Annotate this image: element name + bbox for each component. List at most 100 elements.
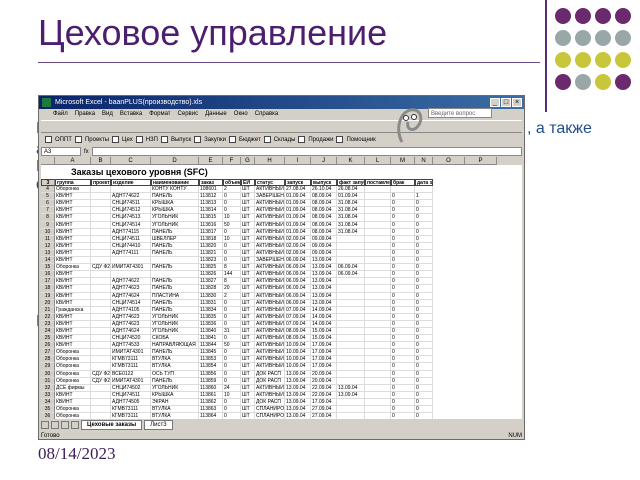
table-cell[interactable]: АКТИВНЫЙ: [255, 384, 285, 392]
table-cell[interactable]: [151, 257, 199, 265]
table-cell[interactable]: проект: [91, 179, 111, 187]
table-cell[interactable]: 0: [415, 391, 433, 399]
table-cell[interactable]: 113853: [199, 356, 223, 364]
table-cell[interactable]: АКТИВНЫЙ: [255, 242, 285, 250]
table-cell[interactable]: [365, 235, 391, 243]
table-cell[interactable]: СНЦИ74514: [111, 299, 151, 307]
table-cell[interactable]: [365, 384, 391, 392]
row-number[interactable]: 10: [41, 228, 55, 236]
table-cell[interactable]: 26.10.04: [311, 186, 337, 194]
table-cell[interactable]: КВИНТ: [55, 235, 91, 243]
table-cell[interactable]: ШТ: [241, 249, 255, 258]
table-cell[interactable]: 06.09.04: [285, 257, 311, 265]
row-number[interactable]: 27: [41, 349, 55, 357]
table-cell[interactable]: [337, 235, 365, 243]
table-cell[interactable]: 0: [415, 228, 433, 236]
table-cell[interactable]: ШТ: [241, 349, 255, 357]
table-cell[interactable]: [337, 285, 365, 293]
table-cell[interactable]: ШТ: [241, 363, 255, 371]
table-cell[interactable]: ШТ: [241, 235, 255, 243]
table-cell[interactable]: [365, 306, 391, 314]
table-cell[interactable]: 108601: [199, 186, 223, 194]
table-cell[interactable]: 0: [223, 377, 241, 385]
table-cell[interactable]: ОСЬ ТУП: [151, 370, 199, 378]
table-cell[interactable]: 0: [391, 391, 415, 399]
row-number[interactable]: 3: [41, 179, 55, 187]
table-cell[interactable]: КВИНТ: [55, 249, 91, 258]
table-cell[interactable]: [91, 285, 111, 293]
table-cell[interactable]: АКТИВНЫЙ: [255, 278, 285, 286]
table-cell[interactable]: ЭКРАН: [151, 398, 199, 406]
row-number[interactable]: 28: [41, 356, 55, 364]
column-header[interactable]: H: [255, 157, 285, 165]
table-cell[interactable]: 0: [223, 320, 241, 328]
table-cell[interactable]: ШТ: [241, 186, 255, 194]
table-cell[interactable]: 02.09.04: [285, 249, 311, 258]
sheet-tab[interactable]: Лист3: [144, 420, 173, 430]
table-cell[interactable]: 0: [223, 413, 241, 419]
row-number[interactable]: 16: [41, 271, 55, 279]
table-cell[interactable]: 01.09.04: [285, 214, 311, 222]
table-cell[interactable]: КГМВ73111: [111, 406, 151, 414]
table-cell[interactable]: АДНТ74105: [111, 306, 151, 314]
table-cell[interactable]: КГМВ73111: [111, 363, 151, 371]
table-cell[interactable]: 13.09.04: [285, 370, 311, 378]
table-cell[interactable]: ДСЕ фирмы: [55, 384, 91, 392]
table-cell[interactable]: КВИНТ: [55, 327, 91, 336]
row-number[interactable]: 32: [41, 384, 55, 392]
table-cell[interactable]: [365, 413, 391, 419]
table-cell[interactable]: СНЦИ74512: [111, 207, 151, 215]
column-header[interactable]: L: [365, 157, 391, 165]
table-cell[interactable]: 13.09.04: [311, 292, 337, 300]
table-cell[interactable]: [91, 292, 111, 300]
table-cell[interactable]: 113840: [199, 327, 223, 336]
table-cell[interactable]: 0: [223, 349, 241, 357]
table-cell[interactable]: ШТ: [241, 200, 255, 208]
toolbar-checkbox-icon[interactable]: [336, 136, 344, 143]
table-cell[interactable]: 0: [223, 193, 241, 201]
table-cell[interactable]: [337, 406, 365, 414]
table-cell[interactable]: [365, 292, 391, 300]
menu-item[interactable]: Вставка: [120, 109, 142, 119]
table-cell[interactable]: [91, 413, 111, 419]
table-cell[interactable]: 0: [391, 370, 415, 378]
table-cell[interactable]: 0: [391, 285, 415, 293]
table-cell[interactable]: 113861: [199, 391, 223, 399]
toolbar-checkbox-icon[interactable]: [45, 136, 52, 143]
row-number[interactable]: 11: [41, 235, 55, 243]
row-number[interactable]: 30: [41, 370, 55, 378]
table-cell[interactable]: КГМВ73111: [111, 413, 151, 419]
table-cell[interactable]: 0: [391, 306, 415, 314]
table-cell[interactable]: 0: [391, 335, 415, 343]
table-cell[interactable]: группа: [55, 179, 91, 187]
table-cell[interactable]: [91, 356, 111, 364]
table-cell[interactable]: 0: [391, 271, 415, 279]
table-cell[interactable]: [337, 370, 365, 378]
table-cell[interactable]: [365, 264, 391, 272]
table-cell[interactable]: ШТ: [241, 242, 255, 250]
table-cell[interactable]: [91, 363, 111, 371]
table-cell[interactable]: [337, 320, 365, 328]
table-cell[interactable]: 113827: [199, 278, 223, 286]
table-cell[interactable]: 14.09.04: [311, 313, 337, 321]
table-cell[interactable]: 0: [415, 342, 433, 350]
table-cell[interactable]: 07.09.04: [285, 320, 311, 328]
table-cell[interactable]: [365, 313, 391, 321]
table-cell[interactable]: 31.08.04: [337, 200, 365, 208]
table-cell[interactable]: ШТ: [241, 299, 255, 307]
table-cell[interactable]: УГОЛЬНИК: [151, 384, 199, 392]
row-number[interactable]: 22: [41, 313, 55, 321]
table-cell[interactable]: [91, 207, 111, 215]
table-cell[interactable]: Оборонка: [55, 264, 91, 272]
table-cell[interactable]: 0: [223, 228, 241, 236]
table-cell[interactable]: ВТУЛКА: [151, 406, 199, 414]
table-cell[interactable]: ПАНЕЛЬ: [151, 285, 199, 293]
maximize-icon[interactable]: □: [501, 98, 511, 107]
table-cell[interactable]: 08.09.04: [311, 214, 337, 222]
table-cell[interactable]: КВИНТ: [55, 320, 91, 328]
table-cell[interactable]: 0: [391, 299, 415, 307]
table-cell[interactable]: 01.09.04: [337, 193, 365, 201]
table-cell[interactable]: КВИНТ: [55, 342, 91, 350]
table-cell[interactable]: [337, 278, 365, 286]
table-cell[interactable]: [151, 271, 199, 279]
